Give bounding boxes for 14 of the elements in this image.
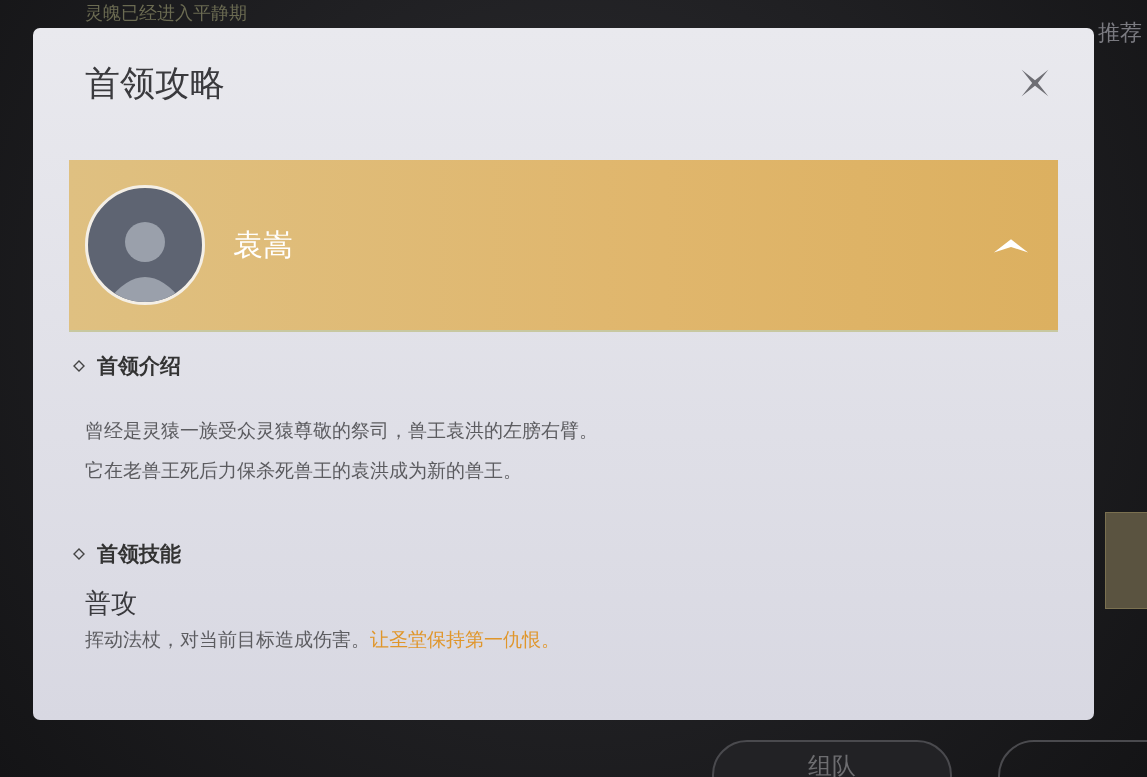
intro-text: 曾经是灵猿一族受众灵猿尊敬的祭司，兽王袁洪的左膀右臂。 — [85, 418, 599, 443]
diamond-icon — [73, 548, 85, 560]
status-text: 灵魄已经进入平静期 — [85, 2, 247, 24]
boss-header[interactable]: 袁嵩 — [69, 160, 1058, 332]
team-button[interactable]: 组队 — [712, 740, 952, 777]
dialog-title: 首领攻略 — [85, 61, 225, 105]
section-heading: 首领技能 — [97, 541, 181, 568]
side-label: 推荐 — [1098, 19, 1142, 47]
boss-name: 袁嵩 — [233, 225, 294, 264]
intro-text: 它在老兽王死后力保杀死兽王的袁洪成为新的兽王。 — [85, 458, 523, 483]
skill-name: 普攻 — [85, 587, 138, 620]
diamond-icon — [73, 360, 85, 372]
section-heading: 首领介绍 — [97, 353, 181, 380]
skill-description: 挥动法杖，对当前目标造成伤害。让圣堂保持第一仇恨。 — [85, 627, 561, 652]
